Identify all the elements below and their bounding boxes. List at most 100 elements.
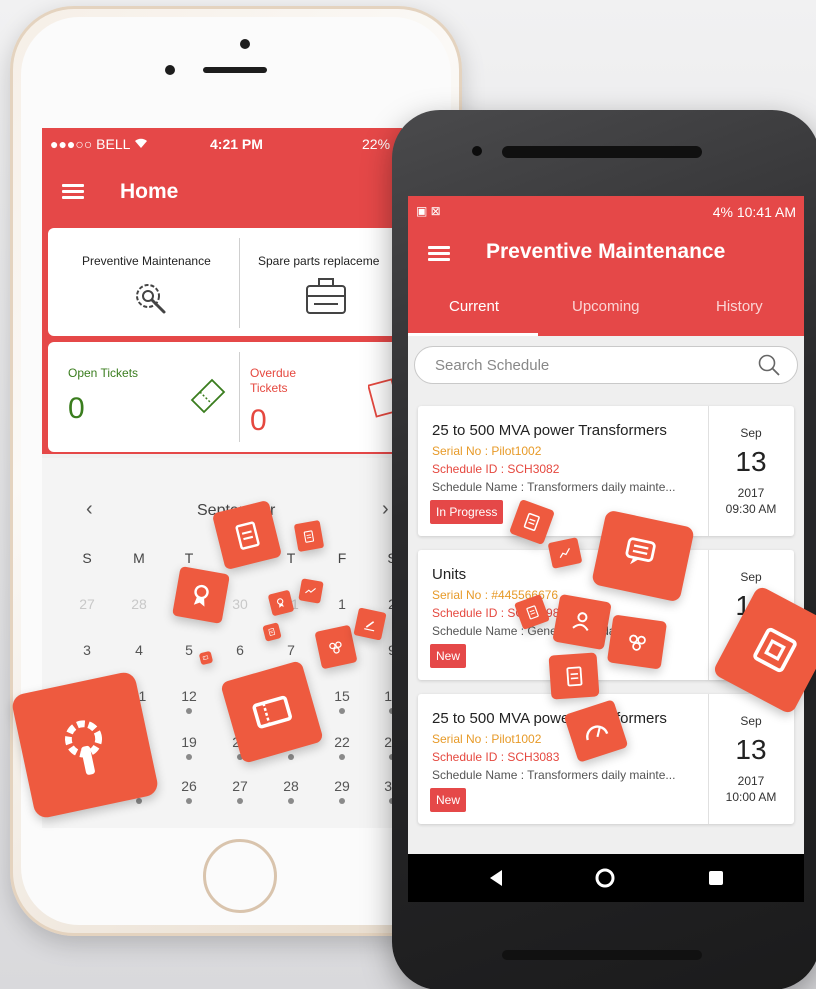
weekday-header: S — [82, 550, 92, 566]
serial-number: Serial No : Pilot1002 — [432, 444, 542, 458]
ios-header: Home — [42, 160, 402, 224]
user-rating-icon — [552, 593, 612, 651]
tile-label: Spare parts replaceme — [258, 254, 380, 268]
schedule-title: 25 to 500 MVA power Transformers — [432, 422, 667, 439]
tab-current[interactable]: Current — [449, 298, 499, 315]
microscope-icon — [353, 607, 387, 641]
home-button[interactable] — [203, 839, 277, 913]
date-year: 2017 — [737, 774, 765, 788]
calendar-day[interactable]: 28 — [127, 596, 151, 612]
open-tickets-count: 0 — [68, 392, 85, 425]
recents-icon[interactable] — [708, 870, 724, 886]
calendar-day[interactable]: 3 — [75, 642, 99, 658]
calendar-day[interactable]: 19 — [177, 734, 201, 750]
sensor-icon — [165, 65, 175, 75]
date-time: 10:00 AM — [725, 790, 777, 804]
status-badge: In Progress — [430, 500, 504, 524]
calendar-day[interactable]: 28 — [279, 778, 303, 794]
overdue-tickets-count: 0 — [250, 404, 267, 437]
android-nav-bar — [408, 854, 804, 902]
schedule-tabs: Current Upcoming History — [408, 278, 804, 336]
date-year: 2017 — [737, 486, 765, 500]
search-input[interactable]: Search Schedule — [414, 346, 798, 384]
calendar-day[interactable]: 5 — [177, 642, 201, 658]
page-title: Preventive Maintenance — [486, 240, 726, 263]
date-day: 13 — [735, 734, 767, 765]
calendar-day[interactable]: 1 — [330, 596, 354, 612]
tile-preventive-maintenance[interactable]: Preventive Maintenance — [48, 228, 238, 336]
page-title: Home — [120, 180, 179, 203]
weekday-header: T — [184, 550, 194, 566]
event-dot — [186, 708, 192, 714]
hexagon-icon — [314, 624, 358, 670]
calendar-day[interactable]: 15 — [330, 688, 354, 704]
tile-spare-parts[interactable]: Spare parts replaceme — [240, 228, 402, 336]
award-icon — [172, 566, 230, 624]
calendar-day[interactable]: 22 — [330, 734, 354, 750]
date-month: Sep — [740, 426, 762, 440]
calendar-day[interactable]: 27 — [75, 596, 99, 612]
tab-indicator — [408, 333, 538, 336]
tab-upcoming[interactable]: Upcoming — [572, 298, 640, 315]
search-icon[interactable] — [757, 353, 781, 377]
android-status-bar: ▣ ⊠ 4% 10:41 AM — [408, 196, 804, 228]
clipboard-icon — [293, 519, 325, 553]
calendar-day[interactable]: 27 — [228, 778, 252, 794]
event-dot — [288, 754, 294, 760]
carrier-label: ●●●○○ BELL — [50, 136, 131, 152]
date-month: Sep — [740, 570, 762, 584]
menu-icon[interactable] — [428, 246, 450, 262]
notification-icons: ▣ ⊠ — [416, 204, 441, 218]
open-tickets-tile[interactable]: Open Tickets 0 — [48, 342, 238, 452]
status-right: 4% 10:41 AM — [712, 204, 796, 220]
next-month-icon[interactable]: › — [382, 498, 389, 521]
home-icon[interactable] — [594, 867, 616, 889]
schedule-name: Schedule Name : Transformers daily maint… — [432, 480, 676, 494]
schedule-title: Units — [432, 566, 467, 583]
quick-tiles-card: Preventive Maintenance Spare parts repla… — [48, 228, 402, 336]
schedule-id: Schedule ID : SCH3083 — [432, 750, 560, 764]
status-badge: New — [430, 644, 467, 668]
calendar-day[interactable]: 29 — [330, 778, 354, 794]
event-dot — [339, 754, 345, 760]
event-dot — [339, 708, 345, 714]
calendar-day[interactable]: 4 — [127, 642, 151, 658]
event-dot — [237, 798, 243, 804]
schedule-title: 25 to 500 MVA power Transformers — [432, 710, 667, 727]
search-placeholder: Search Schedule — [435, 357, 550, 374]
tile-label: Preventive Maintenance — [82, 254, 211, 268]
ios-status-bar: ●●●○○ BELL 4:21 PM 22% — [42, 128, 402, 160]
event-dot — [339, 798, 345, 804]
weekday-header: T — [286, 550, 296, 566]
ticket-icon — [190, 378, 226, 414]
open-tickets-label: Open Tickets — [68, 366, 139, 380]
front-camera-icon — [472, 146, 482, 156]
wrench-gear-icon — [10, 670, 160, 820]
schedule-id: Schedule ID : SCH3082 — [432, 462, 560, 476]
date-month: Sep — [740, 714, 762, 728]
overdue-tickets-tile[interactable]: Overdue Tickets 0 — [240, 342, 402, 452]
weekday-header: F — [337, 550, 347, 566]
overdue-tickets-label: Overdue Tickets — [250, 366, 297, 395]
prev-month-icon[interactable]: ‹ — [86, 498, 93, 521]
wifi-icon — [134, 136, 148, 152]
speaker-grille — [203, 67, 267, 73]
event-dot — [136, 798, 142, 804]
calendar-day[interactable]: 30 — [228, 596, 252, 612]
clipboard-icon — [548, 652, 600, 700]
hexagon-icon — [606, 614, 668, 670]
back-icon[interactable] — [488, 869, 504, 887]
calendar-day[interactable]: 6 — [228, 642, 252, 658]
serial-number: Serial No : Pilot1002 — [432, 732, 542, 746]
status-badge: New — [430, 788, 467, 812]
tab-history[interactable]: History — [716, 298, 763, 315]
calendar-day[interactable]: 26 — [177, 778, 201, 794]
calendar-day[interactable]: 7 — [279, 642, 303, 658]
clock-label: 4:21 PM — [210, 136, 263, 152]
speaker-grille — [502, 950, 702, 960]
front-camera-icon — [240, 39, 250, 49]
tickets-card: Open Tickets 0 Overdue Tickets 0 — [48, 342, 402, 452]
calendar-day[interactable]: 12 — [177, 688, 201, 704]
menu-icon[interactable] — [62, 184, 84, 200]
chart-icon — [298, 578, 324, 604]
